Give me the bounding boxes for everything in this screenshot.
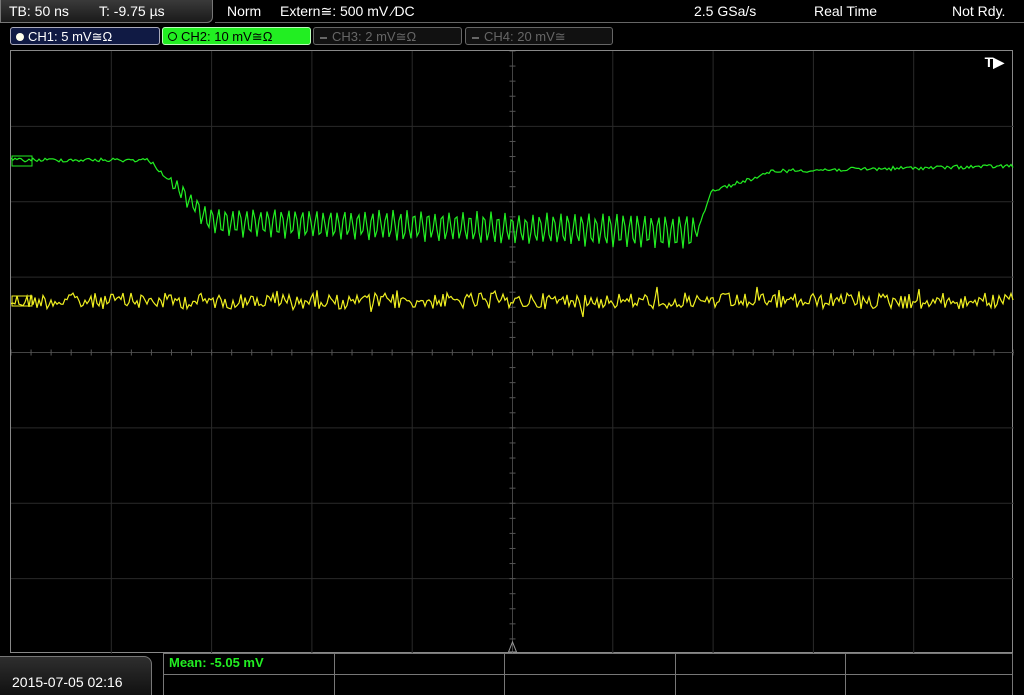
timebase-box[interactable]: TB: 50 ns T: -9.75 µs (0, 0, 213, 23)
sample-rate: 2.5 GSa/s (694, 3, 757, 19)
measurement-divider (845, 653, 846, 695)
trigger-time-readout: T: -9.75 µs (99, 3, 165, 19)
measurement-divider (675, 653, 676, 695)
measurement-panel: Mean: -5.05 mV (163, 653, 1013, 695)
status-divider (215, 22, 1024, 23)
channel-3-button[interactable]: CH3: 2 mV≅Ω (313, 27, 462, 45)
channel-2-button[interactable]: CH2: 10 mV≅Ω (162, 27, 311, 45)
trigger-source[interactable]: Extern≅: 500 mV ⁄DC (280, 3, 415, 20)
channel-on-icon (16, 32, 24, 41)
measurement-divider (1012, 653, 1013, 695)
channel-off-icon (472, 36, 479, 39)
trigger-position-marker[interactable]: T▶ (985, 54, 1004, 71)
datetime-box: 2015-07-05 02:16 (0, 656, 152, 695)
trigger-mode[interactable]: Norm (227, 3, 261, 19)
channel-1-label: CH1: 5 mV≅Ω (28, 29, 113, 44)
measurement-divider (163, 674, 1013, 675)
channel-4-button[interactable]: CH4: 20 mV≅ (465, 27, 613, 45)
channel-3-label: CH3: 2 mV≅Ω (332, 29, 417, 44)
ch2-ground-marker (11, 155, 33, 167)
measurement-divider (334, 653, 335, 695)
datetime-readout: 2015-07-05 02:16 (12, 674, 123, 690)
channel-bar: CH1: 5 mV≅Ω CH2: 10 mV≅Ω CH3: 2 mV≅Ω CH4… (0, 27, 1024, 49)
channel-2-label: CH2: 10 mV≅Ω (181, 29, 273, 44)
channel-on-icon (168, 32, 177, 42)
channel-4-label: CH4: 20 mV≅ (484, 29, 566, 44)
measurement-divider (163, 653, 1013, 654)
acquisition-state: Not Rdy. (952, 3, 1006, 19)
acquisition-mode[interactable]: Real Time (814, 3, 877, 19)
measurement-divider (163, 653, 164, 695)
mean-measurement: Mean: -5.05 mV (169, 655, 264, 670)
waveform-display[interactable]: T▶ (10, 50, 1014, 654)
measurement-divider (504, 653, 505, 695)
waveform-canvas (11, 51, 1014, 654)
timebase-readout: TB: 50 ns (9, 3, 69, 19)
status-bar: TB: 50 ns T: -9.75 µs Norm Extern≅: 500 … (0, 0, 1024, 25)
channel-off-icon (320, 36, 327, 39)
channel-1-button[interactable]: CH1: 5 mV≅Ω (10, 27, 160, 45)
